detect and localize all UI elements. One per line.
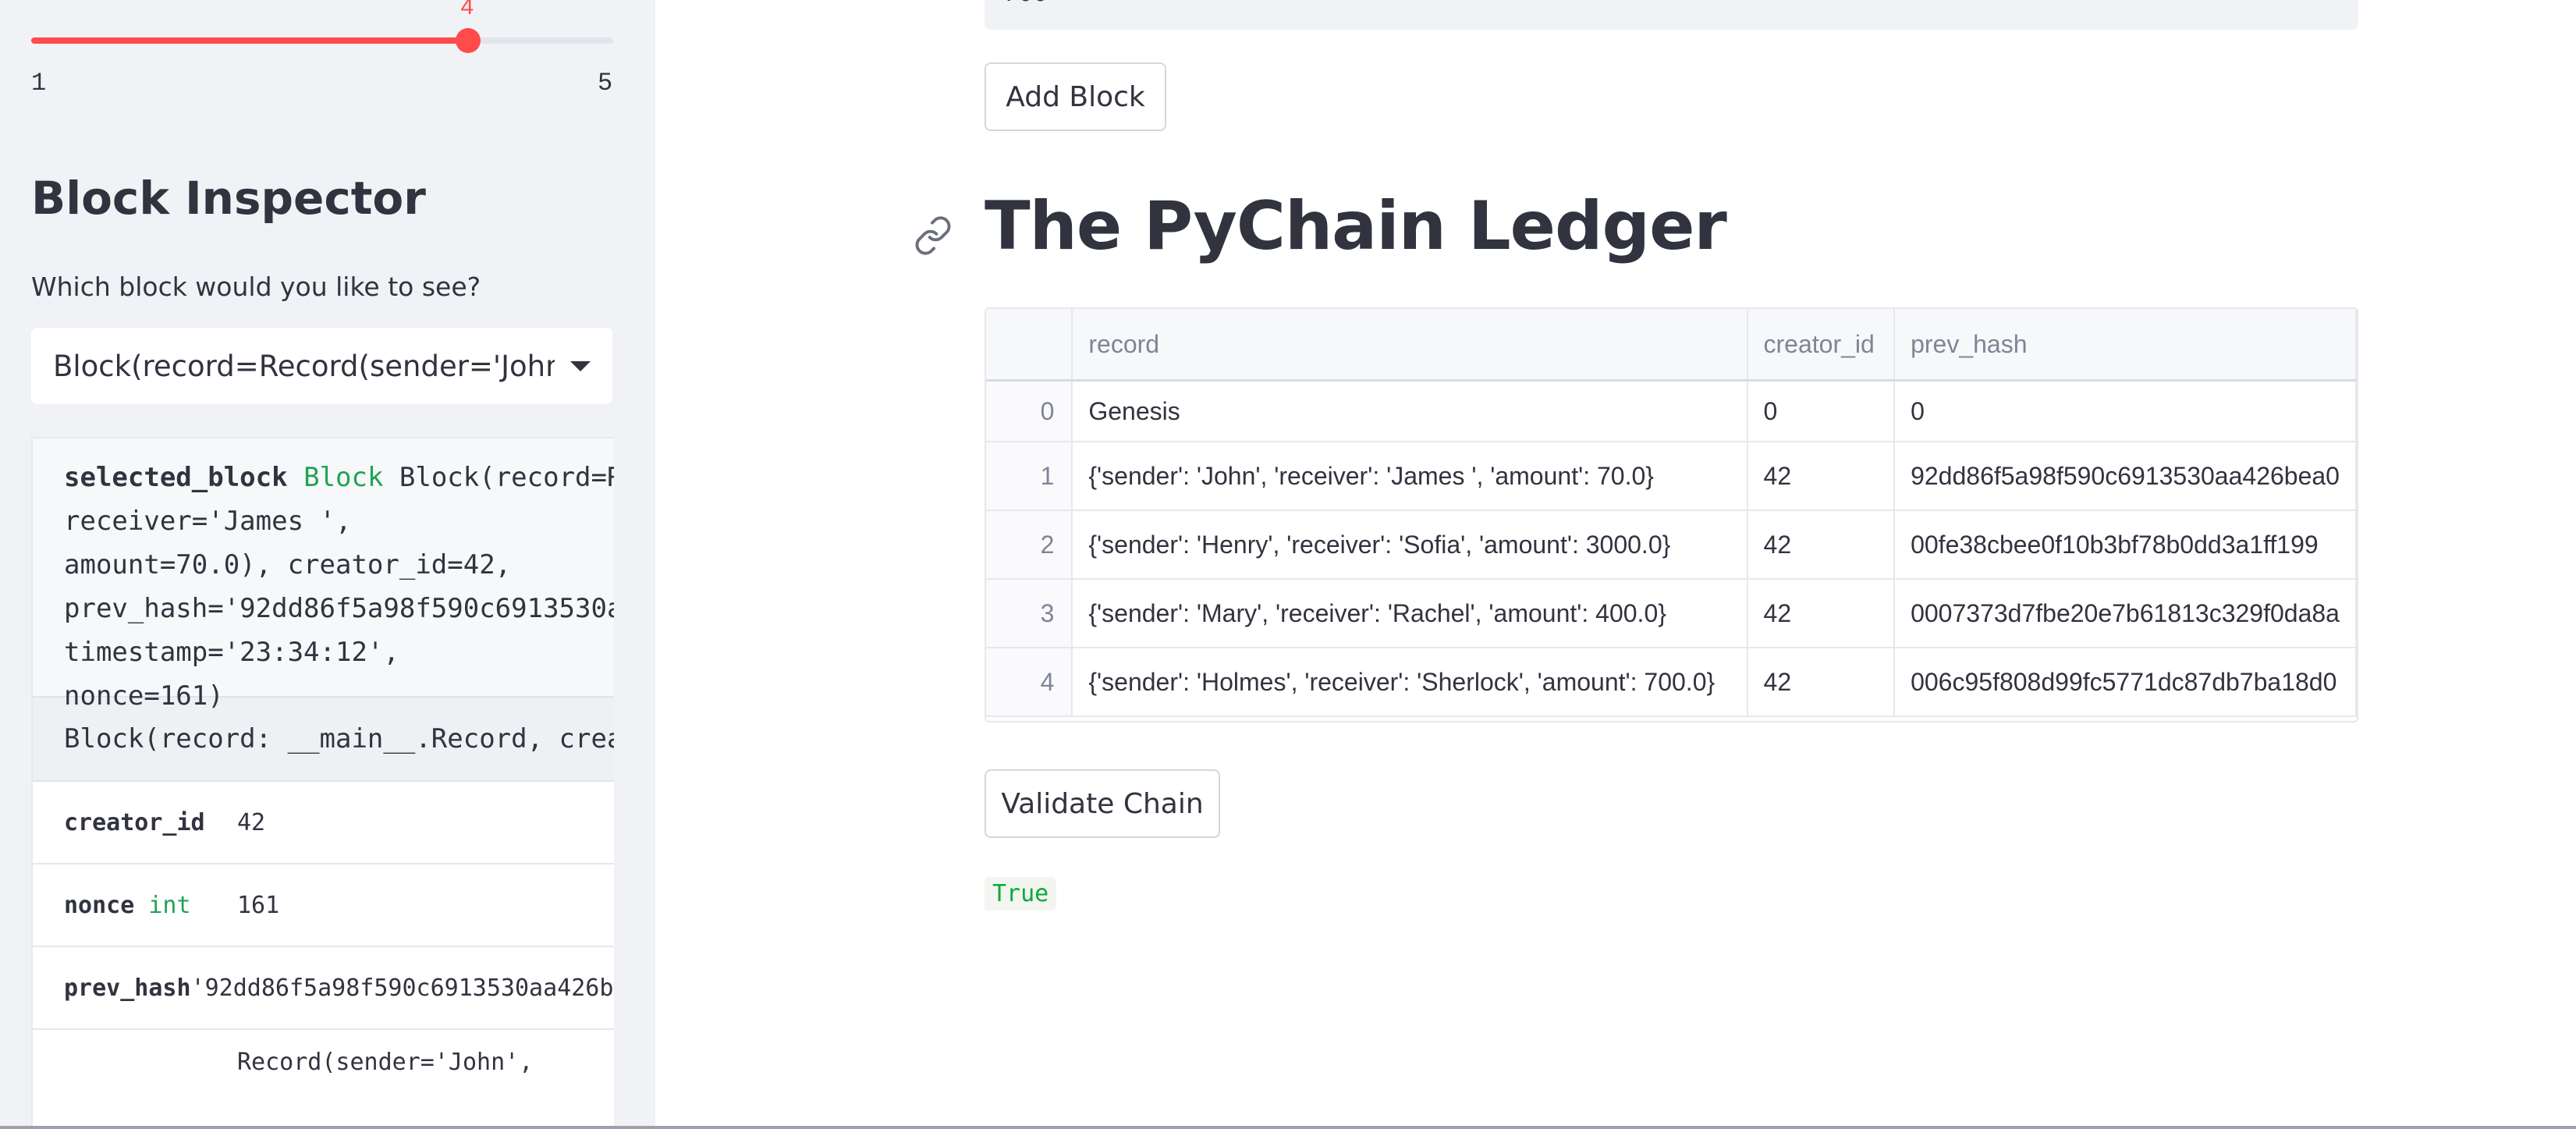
- code-line-6: nonce=161): [64, 680, 224, 712]
- cell-prev-hash[interactable]: 00fe38cbee0f10b3bf78b0dd3a1ff199: [1894, 510, 2357, 580]
- column-header-prev-hash[interactable]: prev_hash: [1894, 309, 2357, 382]
- code-type: Block: [303, 462, 384, 493]
- cell-creator-id[interactable]: 42: [1747, 579, 1896, 648]
- amount-input-value: 700: [1003, 0, 1048, 7]
- inspector-attr-row: prev_hash '92dd86f5a98f590c6913530aa426b…: [33, 947, 614, 1030]
- attr-value: 42: [237, 808, 266, 836]
- cell-record[interactable]: {'sender': 'Holmes', 'receiver': 'Sherlo…: [1072, 648, 1748, 717]
- validate-chain-button[interactable]: Validate Chain: [985, 769, 1220, 838]
- cell-prev-hash[interactable]: 92dd86f5a98f590c6913530aa426bea0: [1894, 442, 2357, 511]
- row-index: 1: [986, 442, 1073, 511]
- attr-value: Record(sender='John',: [237, 1049, 534, 1076]
- row-index: 2: [986, 510, 1073, 580]
- table-header-row: record creator_id prev_hash: [986, 309, 2357, 382]
- cell-creator-id[interactable]: 42: [1747, 442, 1896, 511]
- cell-creator-id[interactable]: 0: [1747, 380, 1896, 442]
- slider-value: 4: [460, 0, 474, 20]
- slider-thumb[interactable]: [455, 28, 481, 53]
- code-line-4: prev_hash='92dd86f5a98f590c6913530aa426b…: [64, 593, 614, 624]
- window-bottom-border: [0, 1126, 2576, 1129]
- cell-prev-hash[interactable]: 0007373d7fbe20e7b61813c329f0da8a: [1894, 579, 2357, 648]
- code-line-3: amount=70.0), creator_id=42,: [64, 549, 512, 580]
- chevron-down-icon[interactable]: [570, 360, 591, 371]
- validation-result: True: [985, 877, 1057, 911]
- column-header-index[interactable]: [986, 309, 1073, 382]
- cell-record[interactable]: {'sender': 'John', 'receiver': 'James ',…: [1072, 442, 1748, 511]
- column-header-record[interactable]: record: [1072, 309, 1748, 382]
- block-inspector-title: Block Inspector: [31, 172, 426, 225]
- block-inspector-panel: selected_block Block Block(record=Record…: [31, 437, 614, 1129]
- attr-type: int: [148, 891, 191, 919]
- cell-creator-id[interactable]: 42: [1747, 648, 1896, 717]
- ledger-table[interactable]: record creator_id prev_hash 0 Genesis 0 …: [985, 307, 2358, 722]
- amount-input[interactable]: 700: [985, 0, 2358, 30]
- inspector-attr-row: Record(sender='John',: [33, 1030, 614, 1129]
- block-select-value: Block(record=Record(sender='John...: [53, 349, 555, 383]
- cell-prev-hash[interactable]: 006c95f808d99fc5771dc87db7ba18d0: [1894, 648, 2357, 717]
- cell-creator-id[interactable]: 42: [1747, 510, 1896, 580]
- code-var-name: selected_block: [64, 462, 288, 493]
- link-icon[interactable]: [913, 215, 953, 256]
- add-block-button[interactable]: Add Block: [985, 62, 1166, 131]
- slider-min-label: 1: [31, 69, 47, 98]
- column-header-creator-id[interactable]: creator_id: [1747, 309, 1896, 382]
- code-line-1: Block(record=Record(sender='John',: [399, 462, 614, 493]
- code-line-5: timestamp='23:34:12',: [64, 637, 399, 668]
- table-row: 4 {'sender': 'Holmes', 'receiver': 'Sher…: [986, 648, 2357, 717]
- row-index: 3: [986, 579, 1073, 648]
- slider-fill: [31, 37, 468, 44]
- main-content: 700 Add Block The PyChain Ledger record …: [655, 0, 2576, 1129]
- attr-value: '92dd86f5a98f590c6913530aa426bea0': [190, 974, 614, 1002]
- cell-record[interactable]: {'sender': 'Mary', 'receiver': 'Rachel',…: [1072, 579, 1748, 648]
- table-row: 2 {'sender': 'Henry', 'receiver': 'Sofia…: [986, 510, 2357, 580]
- page-title: The PyChain Ledger: [985, 187, 1727, 265]
- attr-value: 161: [237, 891, 280, 919]
- code-line-2: receiver='James ',: [64, 506, 352, 537]
- cell-record[interactable]: {'sender': 'Henry', 'receiver': 'Sofia',…: [1072, 510, 1748, 580]
- table-row: 0 Genesis 0 0: [986, 380, 2357, 442]
- cell-prev-hash[interactable]: 0: [1894, 380, 2357, 442]
- block-slider[interactable]: [31, 37, 613, 44]
- row-index: 4: [986, 648, 1073, 717]
- attr-key: nonce: [64, 891, 135, 919]
- select-label: Which block would you like to see?: [31, 272, 481, 302]
- block-select[interactable]: Block(record=Record(sender='John...: [31, 328, 612, 404]
- table-row: 1 {'sender': 'John', 'receiver': 'James …: [986, 442, 2357, 511]
- inspector-code: selected_block Block Block(record=Record…: [33, 438, 614, 712]
- attr-key: prev_hash: [64, 974, 191, 1002]
- row-index: 0: [986, 380, 1073, 442]
- inspector-attr-row: nonce int 161: [33, 865, 614, 947]
- slider-max-label: 5: [598, 69, 613, 98]
- attr-key: creator_id: [64, 808, 205, 836]
- sidebar: 4 1 5 Block Inspector Which block would …: [0, 0, 655, 1129]
- cell-record[interactable]: Genesis: [1072, 380, 1748, 442]
- inspector-attr-row: creator_id 42: [33, 782, 614, 865]
- table-row: 3 {'sender': 'Mary', 'receiver': 'Rachel…: [986, 579, 2357, 648]
